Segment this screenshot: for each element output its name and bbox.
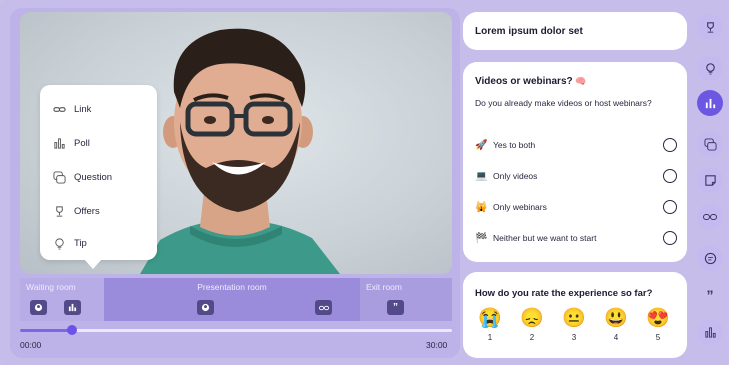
rail-link-button[interactable] [697, 204, 723, 230]
rating-card: How do you rate the experience so far? 😭… [463, 272, 687, 358]
rating-title: How do you rate the experience so far? [475, 288, 653, 299]
webinar-emoji: 🙀 [475, 201, 488, 213]
menu-item-tip[interactable]: Tip [52, 233, 87, 253]
note-icon [704, 174, 716, 186]
poll-option-label: Neither but we want to start [493, 233, 597, 243]
menu-item-label: Offers [74, 205, 100, 217]
poll-icon [52, 136, 66, 150]
poll-option-neither[interactable]: 🏁 Neither but we want to start [475, 230, 677, 246]
rating-option-1[interactable]: 😭 1 [475, 308, 505, 342]
time-end: 30:00 [426, 340, 448, 350]
poll-option-label: Only webinars [493, 202, 547, 212]
rail-question-button[interactable] [697, 131, 723, 157]
brain-emoji: 🧠 [575, 76, 587, 86]
poll-option-label: Only videos [493, 171, 538, 181]
timeline-progress [20, 329, 72, 332]
rating-number: 1 [487, 333, 493, 342]
neutral-face-emoji: 😐 [562, 308, 586, 329]
poll-icon [705, 98, 715, 108]
computer-emoji: 💻 [475, 170, 488, 182]
poll-option-only-videos[interactable]: 💻 Only videos [475, 168, 677, 184]
radio-button[interactable] [663, 231, 677, 245]
radio-button[interactable] [663, 200, 677, 214]
menu-item-offers[interactable]: Offers [52, 201, 100, 221]
rail-stats-button[interactable] [697, 319, 723, 345]
poll-option-only-webinars[interactable]: 🙀 Only webinars [475, 199, 677, 215]
exit-room-segment[interactable]: Exit room ” [360, 278, 452, 321]
time-start: 00:00 [20, 340, 42, 350]
rating-option-3[interactable]: 😐 3 [559, 308, 589, 342]
user-icon[interactable] [197, 300, 214, 315]
link-icon [703, 214, 717, 220]
add-interaction-menu: Link Poll Question Offers Tip [40, 85, 157, 269]
chat-icon [704, 252, 716, 264]
poll-option-label: Yes to both [493, 140, 536, 150]
poll-card: Videos or webinars? 🧠 Do you already mak… [463, 62, 687, 262]
crying-face-emoji: 😭 [478, 308, 502, 329]
menu-item-question[interactable]: Question [52, 167, 112, 187]
rating-number: 2 [529, 333, 535, 342]
sad-face-emoji: 😞 [520, 308, 544, 329]
poll-icon[interactable] [64, 300, 81, 315]
waiting-room-segment[interactable]: Waiting room [20, 278, 104, 321]
poll-question: Do you already make videos or host webin… [475, 98, 652, 108]
menu-item-link[interactable]: Link [52, 99, 91, 119]
header-card: Lorem ipsum dolor set [463, 12, 687, 50]
heart-eyes-emoji: 😍 [646, 308, 670, 329]
question-icon [52, 170, 66, 184]
poll-option-yes-both[interactable]: 🚀 Yes to both [475, 137, 677, 153]
question-icon [703, 137, 717, 151]
rail-note-button[interactable] [697, 167, 723, 193]
menu-item-label: Question [74, 171, 113, 183]
timeline-scrubber[interactable] [66, 325, 77, 335]
rail-trophy-button[interactable] [697, 14, 723, 40]
link-icon [52, 102, 66, 116]
lightbulb-icon [52, 236, 66, 250]
exit-room-label: Exit room [366, 282, 402, 292]
radio-button[interactable] [663, 138, 677, 152]
room-timeline: Waiting room Presentation room Exit room… [20, 278, 452, 321]
rating-option-2[interactable]: 😞 2 [517, 308, 547, 342]
quote-icon[interactable]: ” [387, 300, 404, 315]
checkered-flag-emoji: 🏁 [475, 232, 488, 244]
poll-title: Videos or webinars? 🧠 [475, 76, 587, 87]
radio-button[interactable] [663, 169, 677, 183]
timeline-track[interactable] [20, 329, 452, 332]
rail-tip-button[interactable] [697, 55, 723, 81]
link-icon[interactable] [315, 300, 332, 315]
rating-number: 4 [613, 333, 619, 342]
menu-item-label: Link [74, 103, 92, 115]
happy-face-emoji: 😃 [604, 308, 628, 329]
waiting-room-label: Waiting room [26, 282, 76, 292]
quote-icon: ” [706, 287, 714, 303]
header-title: Lorem ipsum dolor set [475, 26, 583, 37]
menu-item-poll[interactable]: Poll [52, 133, 90, 153]
rail-poll-button[interactable] [697, 90, 723, 116]
user-icon[interactable] [30, 300, 47, 315]
rating-number: 3 [571, 333, 577, 342]
rocket-emoji: 🚀 [475, 139, 488, 151]
rail-chat-button[interactable] [697, 245, 723, 271]
rating-number: 5 [655, 333, 661, 342]
trophy-icon [706, 21, 714, 33]
rating-option-4[interactable]: 😃 4 [601, 308, 631, 342]
presentation-room-segment[interactable]: Presentation room [104, 278, 360, 321]
presentation-room-label: Presentation room [197, 282, 267, 292]
menu-item-label: Poll [74, 137, 90, 149]
menu-item-label: Tip [74, 237, 87, 249]
rating-option-5[interactable]: 😍 5 [643, 308, 673, 342]
rail-quote-button[interactable]: ” [697, 282, 723, 308]
lightbulb-icon [705, 62, 715, 75]
trophy-icon [52, 204, 66, 218]
poll-icon [704, 326, 716, 338]
